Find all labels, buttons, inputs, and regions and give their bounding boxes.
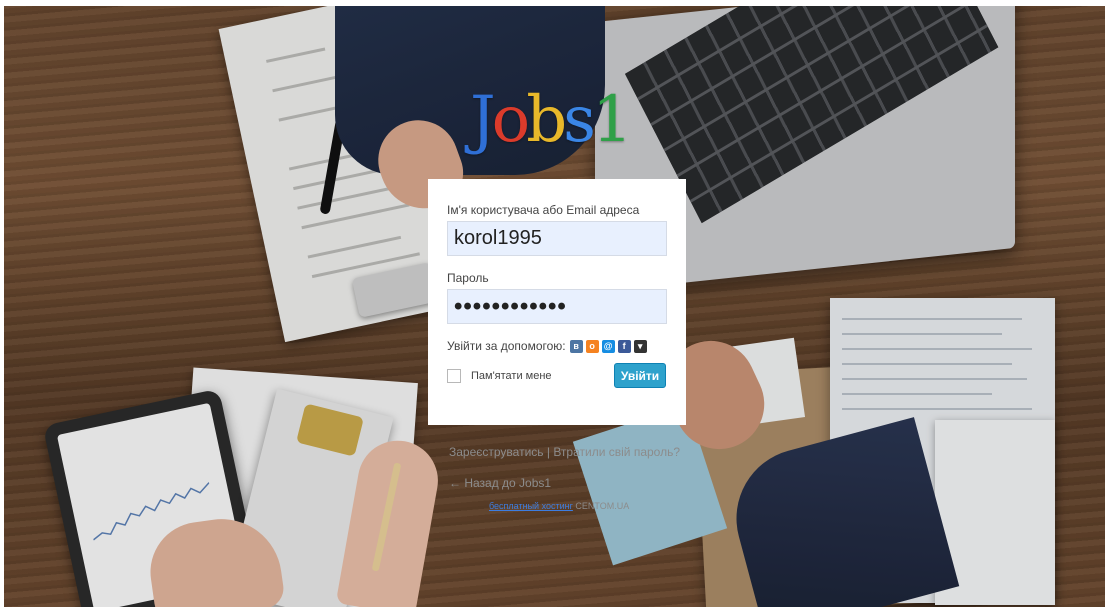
facebook-icon[interactable]: f — [617, 339, 631, 353]
vk-icon[interactable]: в — [569, 339, 583, 353]
username-label: Ім'я користувача або Email адреса — [447, 203, 640, 217]
logo-letter: 1 — [592, 83, 633, 157]
hosting-credit: бесплатный хостинг CENTOM.UA — [489, 501, 629, 511]
register-link[interactable]: Зареєструватись — [449, 445, 544, 459]
logo-letter: o — [491, 83, 530, 157]
site-logo[interactable]: Jobs1 — [470, 83, 633, 157]
remember-me[interactable]: Пам'ятати мене — [447, 368, 552, 383]
register-lostpassword-nav: Зареєструватись | Втратили свій пароль? — [449, 445, 680, 459]
social-login-label: Увійти за допомогою: — [447, 339, 566, 353]
logo-letter: b — [526, 83, 567, 157]
password-label: Пароль — [447, 271, 489, 285]
back-to-site-link[interactable]: ← Назад до Jobs1 — [449, 476, 551, 490]
username-input[interactable]: korol1995 — [447, 221, 667, 256]
more-icon[interactable]: ▾ — [633, 339, 647, 353]
login-button[interactable]: Увійти — [614, 363, 666, 388]
nav-separator: | — [543, 445, 554, 459]
social-login-row: Увійти за допомогою: в о @ f ▾ — [447, 339, 666, 353]
odnoklassniki-icon[interactable]: о — [585, 339, 599, 353]
logo-letter: s — [563, 83, 596, 157]
logo-letter: J — [470, 83, 496, 157]
login-form: Ім'я користувача або Email адреса korol1… — [428, 179, 686, 425]
hosting-domain: CENTOM.UA — [575, 501, 630, 511]
remember-checkbox[interactable] — [447, 368, 461, 383]
mailru-icon[interactable]: @ — [601, 339, 615, 353]
lost-password-link[interactable]: Втратили свій пароль? — [553, 445, 680, 459]
password-input[interactable]: •••••••••••• — [447, 289, 667, 324]
hosting-link[interactable]: бесплатный хостинг — [489, 501, 573, 511]
remember-label: Пам'ятати мене — [471, 369, 552, 382]
